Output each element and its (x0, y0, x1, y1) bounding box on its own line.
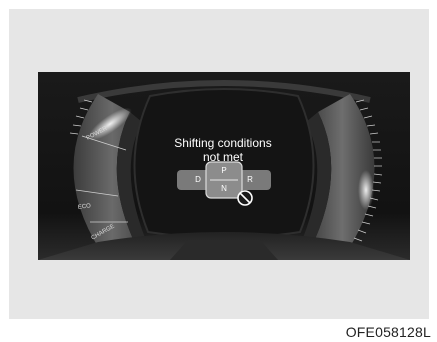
message-line-1: Shifting conditions (174, 136, 272, 150)
figure-code: OFE058128L (345, 324, 431, 340)
shift-warning-message: Shifting conditions not met (143, 136, 303, 164)
right-dial-glow (358, 170, 374, 210)
gear-p-label: P (221, 166, 227, 175)
gear-n-label: N (221, 184, 227, 193)
floor-center (170, 240, 278, 260)
